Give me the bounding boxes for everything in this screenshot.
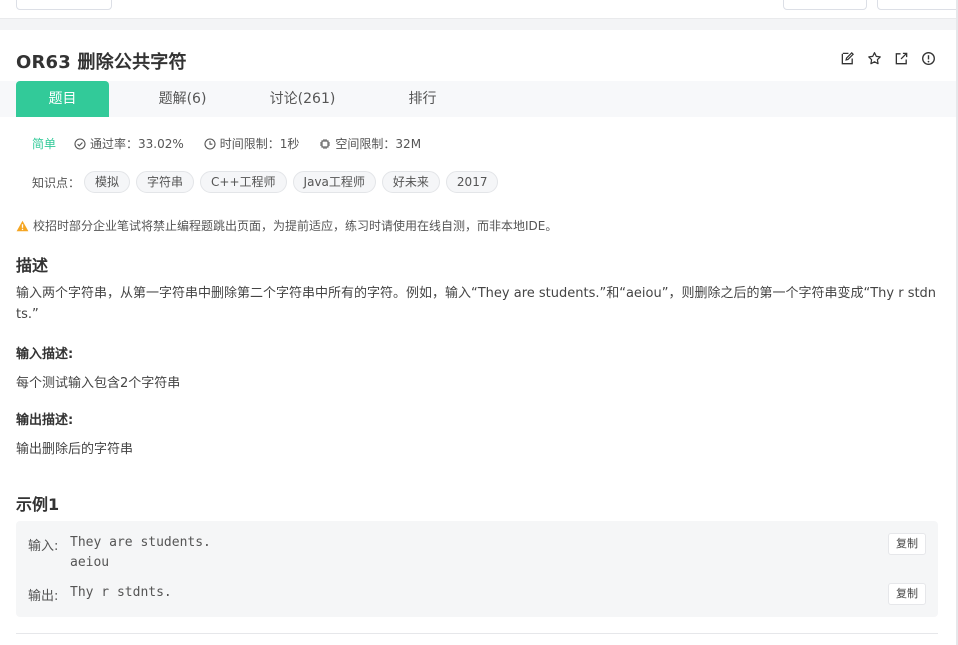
tag-item[interactable]: Java工程师 [292,171,376,193]
input-desc-heading: 输入描述: [16,347,74,362]
output-desc-text: 输出删除后的字符串 [16,442,134,457]
problem-meta: 简单 通过率：33.02% 时间限制：1秒 空间限制：32M [32,135,441,152]
share-icon[interactable] [894,51,909,66]
output-desc-heading: 输出描述: [16,413,74,428]
memory-limit-text: 空间限制：32M [335,137,422,151]
pass-rate-text: 通过率：33.02% [90,137,184,151]
knowledge-label: 知识点： [32,175,81,190]
star-icon[interactable] [867,51,882,66]
edit-icon[interactable] [840,51,855,66]
tag-item[interactable]: C++工程师 [200,171,287,193]
tag-item[interactable]: 字符串 [136,171,195,193]
clock-icon [204,137,216,150]
tab-problem[interactable]: 题目 [16,81,109,117]
tag-item[interactable]: 2017 [445,171,499,193]
top-right-button-1[interactable] [783,0,867,10]
example-heading: 示例1 [16,495,60,514]
top-bar [0,0,958,19]
copy-input-button[interactable]: 复制 [888,533,926,555]
tag-item[interactable]: 好未来 [381,171,440,193]
example-input-label: 输入: [28,539,59,554]
notice-text: 校招时部分企业笔试将禁止编程题跳出页面，为提前适应，练习时请使用在线自测，而非本… [33,219,558,233]
exam-notice: 校招时部分企业笔试将禁止编程题跳出页面，为提前适应，练习时请使用在线自测，而非本… [16,217,557,234]
knowledge-tags: 知识点： 模拟 字符串 C++工程师 Java工程师 好未来 2017 [32,171,504,193]
time-limit: 时间限制：1秒 [204,135,300,152]
time-limit-text: 时间限制：1秒 [219,137,300,151]
pass-rate: 通过率：33.02% [74,135,184,152]
report-icon[interactable] [921,51,936,66]
copy-output-button[interactable]: 复制 [888,583,926,605]
example-input-line1: They are students. [70,535,211,550]
memory-limit: 空间限制：32M [319,135,421,152]
divider [16,633,938,634]
example-box: 输入: They are students. aeiou 复制 输出: Thy … [16,521,938,617]
example-output-label: 输出: [28,589,59,604]
top-right-button-2[interactable] [877,0,958,10]
chip-icon [320,138,331,149]
check-circle-icon [74,137,86,150]
top-left-button[interactable] [16,0,112,10]
example-output-value: Thy r stdnts. [70,585,172,600]
difficulty-badge: 简单 [32,137,57,151]
tab-discussion[interactable]: 讨论(261) [256,81,349,117]
example-input-line2: aeiou [70,555,110,570]
description-text: 输入两个字符串，从第一字符串中删除第二个字符串中所有的字符。例如，输入“They… [16,286,937,322]
description-heading: 描述 [16,256,49,275]
problem-tabs: 题目 题解(6) 讨论(261) 排行 [0,81,958,117]
tag-item[interactable]: 模拟 [84,171,131,193]
warning-icon [16,220,29,231]
problem-title: OR63 删除公共字符 [16,52,187,73]
input-desc-text: 每个测试输入包含2个字符串 [16,376,181,391]
tab-solutions[interactable]: 题解(6) [136,81,229,117]
tab-ranking[interactable]: 排行 [376,81,469,117]
title-actions [840,51,936,66]
problem-panel: OR63 删除公共字符 题目 题解(6) 讨论(261) 排行 简单 通过率：3… [0,30,958,645]
